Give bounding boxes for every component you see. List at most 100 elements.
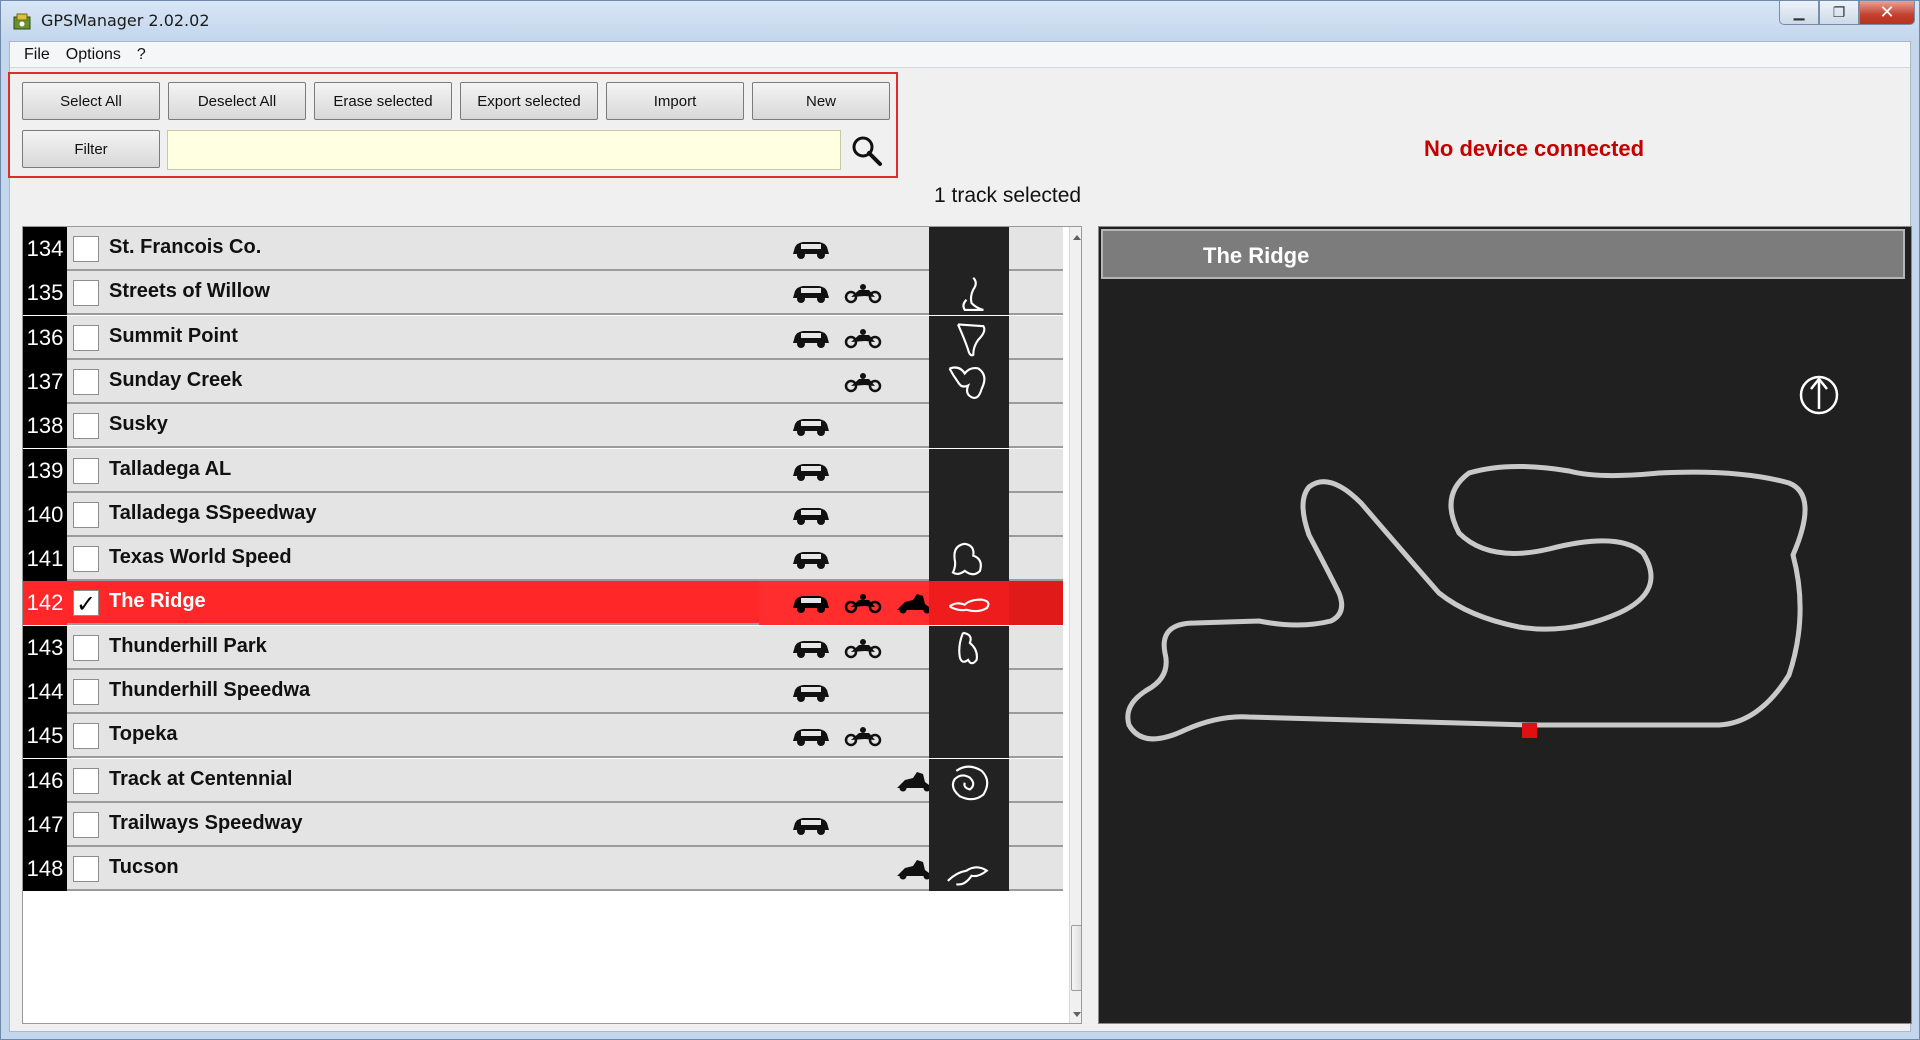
start-finish-marker <box>1522 723 1537 738</box>
track-thumbnail-shape <box>951 765 989 800</box>
filter-button[interactable]: Filter <box>22 130 160 168</box>
map-header: The Ridge <box>1101 229 1905 279</box>
track-name: Susky <box>109 413 168 436</box>
track-row-141[interactable]: 141 Texas World Speed <box>23 537 1063 582</box>
vehicle-icons <box>759 360 929 404</box>
track-thumbnail-shape <box>957 322 986 356</box>
vehicle-icons <box>759 227 929 271</box>
client-area: File Options ? Select All Deselect All E… <box>8 41 1912 1032</box>
scroll-up-icon[interactable] <box>1072 233 1082 241</box>
track-number: 146 <box>23 758 67 803</box>
row-spacer <box>1009 449 1063 493</box>
track-row-146[interactable]: 146 Track at Centennial <box>23 758 1063 803</box>
motorcycle-icon <box>844 594 882 614</box>
car-icon <box>793 507 829 525</box>
title-bar[interactable]: GPSManager 2.02.02 ▁ ❐ ✕ <box>1 1 1920 39</box>
track-number: 144 <box>23 670 67 714</box>
track-thumbnail-shape <box>951 542 982 576</box>
erase-selected-button[interactable]: Erase selected <box>314 82 452 120</box>
minimize-button[interactable]: ▁ <box>1779 1 1819 25</box>
scroll-down-icon[interactable] <box>1072 1011 1082 1019</box>
import-button[interactable]: Import <box>606 82 744 120</box>
track-checkbox[interactable] <box>73 280 99 307</box>
track-checkbox[interactable] <box>73 856 99 883</box>
track-name: Thunderhill Speedwa <box>109 679 311 701</box>
menu-file[interactable]: File <box>16 46 58 64</box>
vehicle-icons <box>759 714 929 758</box>
track-number: 136 <box>23 315 67 360</box>
track-checkbox[interactable] <box>73 236 99 262</box>
track-row-136[interactable]: 136 Summit Point <box>23 315 1063 360</box>
track-map-panel: The Ridge <box>1098 226 1912 1024</box>
track-row-138[interactable]: 138 Susky <box>23 404 1063 449</box>
track-name: Summit Point <box>109 324 238 347</box>
track-name: Talladega SSpeedway <box>109 501 317 524</box>
row-spacer <box>1009 227 1063 271</box>
track-row-137[interactable]: 137 Sunday Creek <box>23 359 1063 404</box>
track-checkbox[interactable] <box>73 368 99 395</box>
track-name: Topeka <box>109 723 178 746</box>
list-scrollbar[interactable] <box>1069 227 1082 1023</box>
track-row-143[interactable]: 143 Thunderhill Park <box>23 625 1063 670</box>
track-thumbnail <box>929 492 1009 537</box>
car-icon <box>793 286 829 304</box>
row-spacer <box>1009 847 1063 891</box>
track-row-147[interactable]: 147 Trailways Speedway <box>23 802 1063 847</box>
track-list[interactable]: 134 St. Francois Co. 135 Streets of Will… <box>22 226 1082 1024</box>
track-checkbox[interactable] <box>73 501 99 528</box>
track-checkbox[interactable]: ✓ <box>73 590 99 617</box>
minimize-icon: ▁ <box>1793 4 1805 21</box>
track-checkbox[interactable] <box>73 723 99 750</box>
row-spacer <box>1009 404 1063 448</box>
track-row-134[interactable]: 134 St. Francois Co. <box>23 227 1063 271</box>
track-thumbnail <box>929 404 1009 449</box>
maximize-button[interactable]: ❐ <box>1819 1 1859 25</box>
export-selected-button[interactable]: Export selected <box>460 82 598 120</box>
track-thumbnail-shape <box>948 366 986 399</box>
search-icon[interactable] <box>848 132 886 170</box>
track-checkbox[interactable] <box>73 767 99 794</box>
car-icon <box>793 552 829 570</box>
track-row-135[interactable]: 135 Streets of Willow <box>23 271 1063 316</box>
track-name: Talladega AL <box>109 457 232 480</box>
track-row-139[interactable]: 139 Talladega AL <box>23 448 1063 493</box>
track-checkbox[interactable] <box>73 413 99 440</box>
track-row-144[interactable]: 144 Thunderhill Speedwa <box>23 670 1063 714</box>
select-all-button[interactable]: Select All <box>22 82 160 120</box>
track-name: The Ridge <box>109 590 206 613</box>
scrollbar-thumb[interactable] <box>1071 925 1081 991</box>
menu-help[interactable]: ? <box>129 46 154 64</box>
track-name: Trailways Speedway <box>109 811 303 834</box>
track-number: 145 <box>23 714 67 759</box>
track-number: 140 <box>23 492 67 537</box>
track-name: Streets of Willow <box>109 280 270 303</box>
track-row-142[interactable]: 142 ✓ The Ridge <box>23 581 1063 626</box>
track-checkbox[interactable] <box>73 457 99 484</box>
vehicle-icons <box>759 271 929 315</box>
deselect-all-button[interactable]: Deselect All <box>168 82 306 120</box>
track-row-148[interactable]: 148 Tucson <box>23 847 1063 892</box>
track-name: St. Francois Co. <box>109 236 262 258</box>
car-icon <box>793 640 829 658</box>
row-spacer <box>1009 271 1063 315</box>
row-spacer <box>1009 803 1063 847</box>
track-thumbnail <box>929 537 1009 582</box>
close-button[interactable]: ✕ <box>1859 1 1915 25</box>
track-checkbox[interactable] <box>73 634 99 661</box>
track-row-145[interactable]: 145 Topeka <box>23 714 1063 759</box>
new-button[interactable]: New <box>752 82 890 120</box>
track-checkbox[interactable] <box>73 679 99 705</box>
track-name: Thunderhill Park <box>109 634 267 657</box>
filter-input[interactable] <box>167 130 841 170</box>
track-checkbox[interactable] <box>73 811 99 838</box>
track-row-140[interactable]: 140 Talladega SSpeedway <box>23 492 1063 537</box>
track-map[interactable] <box>1099 285 1911 1021</box>
menu-options[interactable]: Options <box>58 46 129 64</box>
track-checkbox[interactable] <box>73 324 99 351</box>
track-checkbox[interactable] <box>73 546 99 573</box>
row-spacer <box>1009 493 1063 537</box>
track-thumbnail <box>929 315 1009 360</box>
connection-status: No device connected <box>1424 136 1645 161</box>
track-number: 139 <box>23 448 67 493</box>
vehicle-icons <box>759 847 933 891</box>
